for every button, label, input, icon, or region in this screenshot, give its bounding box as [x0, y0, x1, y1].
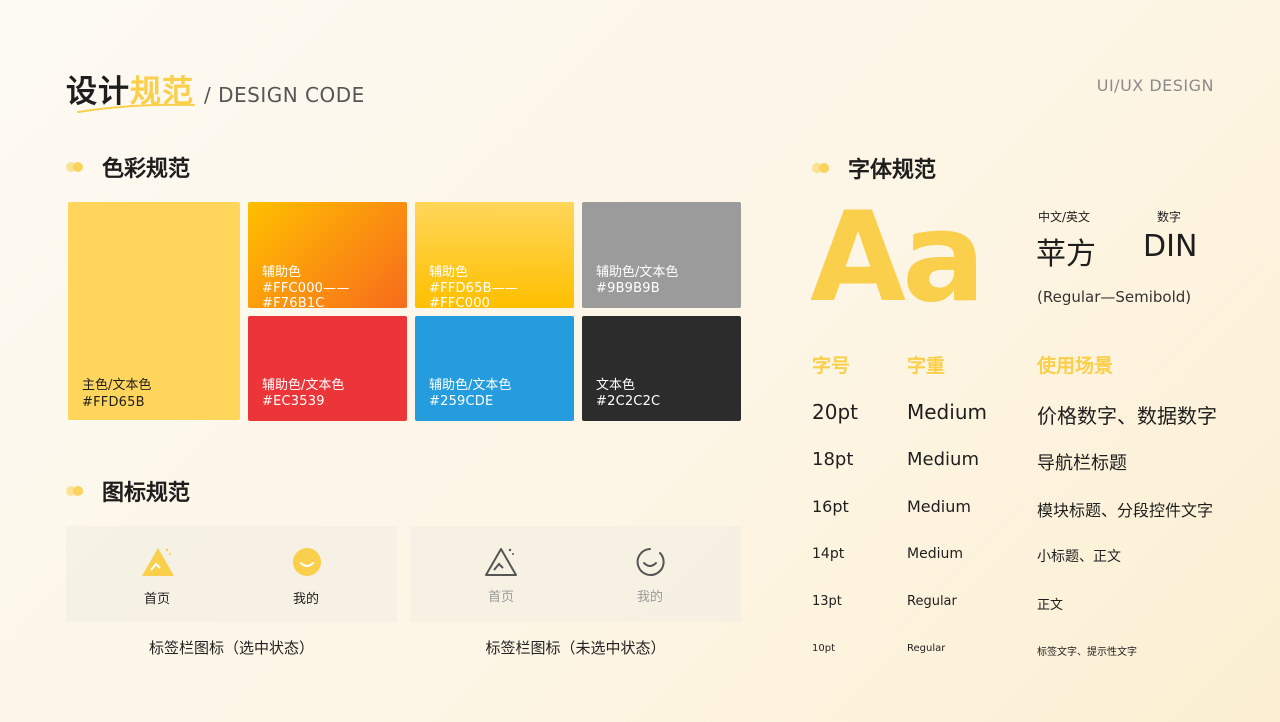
- swatch-orange-gradient: 辅助色 #FFC000——#F76B1C: [248, 202, 407, 311]
- caption-unselected: 标签栏图标（未选中状态）: [485, 639, 666, 657]
- tab-me-label: 我的: [293, 592, 320, 607]
- swatch-gray: 辅助色/文本色 #9B9B9B: [582, 202, 741, 308]
- swatch-label: 辅助色: [429, 265, 469, 280]
- col-header-weight: 字重: [907, 355, 946, 377]
- title-subtitle: / DESIGN CODE: [204, 83, 365, 107]
- tabbar-icons-selected: 首页 我的: [66, 526, 397, 622]
- swatch-dark: 文本色 #2C2C2C: [582, 316, 741, 421]
- row-weight: Regular: [907, 594, 957, 609]
- row-usage: 小标题、正文: [1037, 549, 1121, 565]
- section-colors-title: 色彩规范: [102, 157, 191, 182]
- swatch-hex: #FFD65B——#FFC000: [429, 281, 519, 311]
- col-header-usage: 使用场景: [1037, 355, 1114, 377]
- row-size: 18pt: [812, 449, 854, 470]
- home-icon[interactable]: [140, 546, 176, 578]
- num-font: DIN: [1143, 229, 1198, 264]
- row-size: 20pt: [812, 400, 858, 424]
- swatch-blue: 辅助色/文本色 #259CDE: [415, 316, 574, 421]
- row-weight: Medium: [907, 497, 971, 516]
- row-usage: 标签文字、提示性文字: [1037, 647, 1137, 658]
- row-usage: 正文: [1037, 598, 1064, 613]
- row-usage: 价格数字、数据数字: [1037, 404, 1217, 428]
- swatch-hex: #FFC000——#F76B1C: [262, 281, 350, 311]
- col-header-size: 字号: [812, 355, 851, 377]
- swatch-hex: #2C2C2C: [596, 394, 661, 409]
- swatch-hex: #FFD65B: [82, 395, 145, 410]
- tab-home-label: 首页: [144, 592, 171, 607]
- row-usage: 导航栏标题: [1037, 453, 1127, 474]
- swatch-red: 辅助色/文本色 #EC3539: [248, 316, 407, 421]
- section-fonts-header: 字体规范: [812, 153, 936, 183]
- smile-icon[interactable]: [292, 547, 322, 577]
- caption-selected: 标签栏图标（选中状态）: [148, 639, 314, 657]
- swatch-hex: #9B9B9B: [596, 281, 660, 296]
- row-size: 14pt: [812, 546, 845, 562]
- section-icons-header: 图标规范: [66, 476, 190, 506]
- font-sample-aa: Aa: [810, 186, 986, 330]
- section-colors-header: 色彩规范: [66, 152, 190, 182]
- swatch-yellow-gradient: 辅助色 #FFD65B——#FFC000: [415, 202, 574, 311]
- weight-range: (Regular—Semibold): [1037, 288, 1192, 306]
- row-weight: Regular: [907, 643, 946, 654]
- section-dots-icon: [812, 161, 834, 175]
- swatch-hex: #EC3539: [262, 394, 325, 409]
- num-label: 数字: [1157, 210, 1182, 224]
- home-icon[interactable]: [483, 546, 519, 578]
- swatch-hex: #259CDE: [429, 394, 494, 409]
- section-dots-icon: [66, 484, 88, 498]
- section-icons-title: 图标规范: [102, 481, 191, 506]
- cn-en-label: 中文/英文: [1038, 210, 1091, 224]
- cn-en-font: 苹方: [1036, 237, 1096, 272]
- row-usage: 模块标题、分段控件文字: [1037, 501, 1214, 520]
- tab-home-label: 首页: [488, 590, 515, 605]
- tabbar-icons-unselected: 首页 我的: [410, 526, 741, 622]
- swatch-label: 辅助色: [262, 265, 302, 280]
- swatch-label: 辅助色/文本色: [429, 378, 512, 393]
- row-weight: Medium: [907, 449, 979, 470]
- swatch-label: 辅助色/文本色: [596, 265, 679, 280]
- row-size: 10pt: [812, 643, 835, 654]
- section-fonts-title: 字体规范: [848, 158, 937, 183]
- title-underline-swoosh: [77, 103, 195, 113]
- tab-me-label: 我的: [637, 590, 664, 605]
- row-size: 16pt: [812, 497, 849, 516]
- swatch-label: 辅助色/文本色: [262, 378, 345, 393]
- brand-label: UI/UX DESIGN: [1096, 76, 1214, 95]
- swatch-primary: 主色/文本色 #FFD65B: [68, 202, 240, 420]
- row-weight: Medium: [907, 546, 963, 562]
- swatch-label: 文本色: [596, 378, 636, 393]
- section-dots-icon: [66, 160, 88, 174]
- swatch-label: 主色/文本色: [82, 378, 152, 393]
- design-spec-page: { "header": { "title_part1": "设计", "titl…: [0, 0, 1280, 722]
- smile-icon[interactable]: [635, 547, 665, 577]
- row-size: 13pt: [812, 594, 842, 609]
- row-weight: Medium: [907, 400, 987, 424]
